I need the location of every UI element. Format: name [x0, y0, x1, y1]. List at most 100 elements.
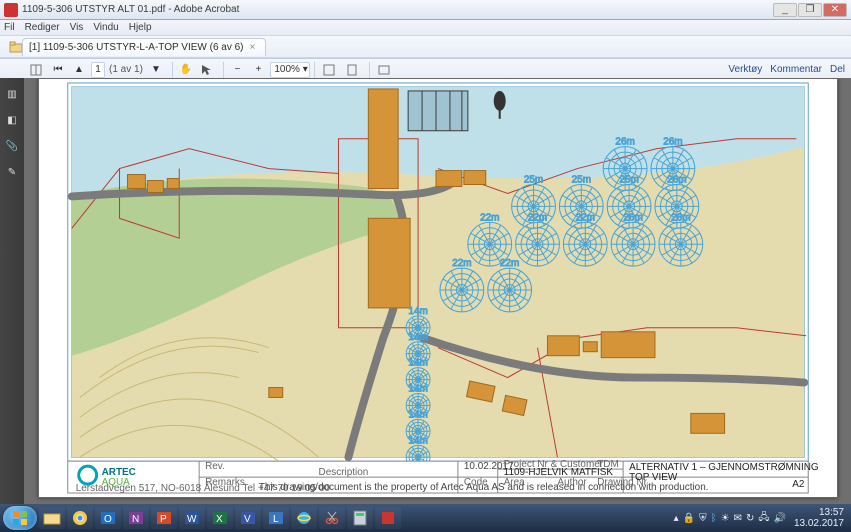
tray-chat-icon[interactable]: ✉ — [734, 513, 742, 524]
svg-text:14m: 14m — [408, 409, 427, 420]
svg-text:26m: 26m — [663, 137, 682, 148]
page-first-icon[interactable]: ⏮ — [49, 61, 67, 79]
right-panel-links: Verktøy Kommentar Del — [720, 64, 845, 75]
taskbar-snip-icon[interactable] — [319, 507, 345, 529]
taskbar-calc-icon[interactable] — [347, 507, 373, 529]
window-close-button[interactable]: ✕ — [823, 3, 847, 17]
svg-text:Remarks: Remarks — [205, 477, 245, 488]
read-mode-icon[interactable] — [374, 61, 394, 79]
share-link[interactable]: Del — [830, 64, 845, 75]
taskbar-outlook-icon[interactable]: O — [95, 507, 121, 529]
nav-signatures-icon[interactable]: ✎ — [4, 164, 20, 180]
toolbar-sep-2 — [172, 62, 173, 78]
svg-text:26m: 26m — [671, 212, 690, 223]
pdf-viewer[interactable]: 26m26m25m25m25m26m22m22m22m26m26m22m22m … — [24, 78, 851, 504]
windows-taskbar: O N P W X V L ▴ 🔒 ⛨ ᛒ ☀ ✉ ↻ 🖧 🔊 13:57 13… — [0, 504, 851, 532]
fit-page-icon[interactable] — [342, 61, 362, 79]
svg-text:W: W — [187, 514, 197, 525]
tray-shield-icon[interactable]: ⛨ — [699, 513, 707, 524]
document-tab-label: [1] 1109-5-306 UTSTYR-L-A-TOP VIEW (6 av… — [29, 42, 244, 53]
nav-attachments-icon[interactable]: 📎 — [4, 138, 20, 154]
tools-link[interactable]: Verktøy — [728, 64, 762, 75]
zoom-in-icon[interactable]: + — [249, 61, 267, 79]
pdf-page: 26m26m25m25m25m26m22m22m22m26m26m22m22m … — [38, 78, 838, 498]
title-block: ARTEC AQUA Lerstadvegen 517, NO-6018 Åle… — [67, 459, 818, 494]
document-tab[interactable]: [1] 1109-5-306 UTSTYR-L-A-TOP VIEW (6 av… — [22, 38, 266, 56]
svg-text:26m: 26m — [623, 212, 642, 223]
menu-help[interactable]: Hjelp — [129, 22, 152, 33]
svg-text:N: N — [132, 514, 139, 525]
hand-tool-icon[interactable]: ✋ — [177, 61, 195, 79]
navigation-sidebar: ▥ ◧ 📎 ✎ — [0, 78, 24, 504]
svg-text:Area: Area — [503, 477, 524, 488]
taskbar-acrobat-icon[interactable] — [375, 507, 401, 529]
svg-text:TOP VIEW: TOP VIEW — [629, 472, 678, 483]
document-tabbar: [1] 1109-5-306 UTSTYR-L-A-TOP VIEW (6 av… — [0, 58, 851, 59]
page-number-field[interactable]: 1 — [91, 62, 105, 78]
page-thumbnails-icon[interactable] — [26, 61, 46, 79]
acrobat-app-icon — [4, 3, 18, 17]
svg-text:Rev.: Rev. — [205, 461, 225, 472]
tray-sync-icon[interactable]: ↻ — [746, 513, 754, 524]
tab-close-icon[interactable]: × — [250, 42, 256, 53]
window-maximize-button[interactable]: ❐ — [798, 3, 822, 17]
start-button[interactable] — [3, 506, 37, 530]
tray-lock-icon[interactable]: 🔒 — [683, 513, 695, 524]
svg-text:14m: 14m — [408, 384, 427, 395]
fit-width-icon[interactable] — [319, 61, 339, 79]
window-title: 1109-5-306 UTSTYR ALT 01.pdf - Adobe Acr… — [22, 4, 239, 15]
svg-text:22m: 22m — [575, 212, 594, 223]
svg-text:V: V — [244, 514, 251, 525]
svg-text:22m: 22m — [499, 258, 518, 269]
taskbar-lync-icon[interactable]: L — [263, 507, 289, 529]
toolbar-sep-4 — [314, 62, 315, 78]
menu-view[interactable]: Vis — [70, 22, 84, 33]
svg-text:X: X — [216, 514, 223, 525]
svg-text:25m: 25m — [571, 175, 590, 186]
page-down-icon[interactable]: ▼ — [147, 61, 165, 79]
svg-text:14m: 14m — [408, 358, 427, 369]
svg-text:14m: 14m — [408, 435, 427, 446]
svg-text:P: P — [160, 514, 167, 525]
svg-text:Author: Author — [557, 477, 587, 488]
svg-text:Code: Code — [463, 477, 487, 488]
svg-text:22m: 22m — [452, 258, 471, 269]
svg-text:Description: Description — [318, 467, 368, 478]
nav-thumbnails-icon[interactable]: ▥ — [4, 86, 20, 102]
select-tool-icon[interactable] — [198, 61, 216, 79]
svg-text:25m: 25m — [619, 175, 638, 186]
comment-link[interactable]: Kommentar — [770, 64, 822, 75]
tray-vol-icon[interactable]: 🔊 — [773, 513, 785, 524]
taskbar-clock[interactable]: 13:57 13.02.2017 — [794, 507, 844, 529]
taskbar-chrome-icon[interactable] — [67, 507, 93, 529]
tray-bt-icon[interactable]: ᛒ — [711, 513, 717, 524]
svg-text:26m: 26m — [667, 175, 686, 186]
tray-weather-icon[interactable]: ☀ — [721, 513, 730, 524]
svg-text:22m: 22m — [527, 212, 546, 223]
taskbar-onenote-icon[interactable]: N — [123, 507, 149, 529]
taskbar-powerpoint-icon[interactable]: P — [151, 507, 177, 529]
taskbar-word-icon[interactable]: W — [179, 507, 205, 529]
taskbar-visio-icon[interactable]: V — [235, 507, 261, 529]
tray-chevron-icon[interactable]: ▴ — [674, 513, 679, 524]
svg-text:14m: 14m — [408, 306, 427, 317]
page-count-label: (1 av 1) — [109, 64, 143, 75]
menu-file[interactable]: Fil — [4, 22, 15, 33]
menu-window[interactable]: Vindu — [93, 22, 118, 33]
taskbar-explorer-icon[interactable] — [39, 507, 65, 529]
window-titlebar: 1109-5-306 UTSTYR ALT 01.pdf - Adobe Acr… — [0, 0, 851, 20]
taskbar-excel-icon[interactable]: X — [207, 507, 233, 529]
svg-text:22m: 22m — [480, 212, 499, 223]
page-up-icon[interactable]: ▲ — [70, 61, 88, 79]
svg-text:L: L — [273, 514, 279, 525]
menu-edit[interactable]: Rediger — [25, 22, 60, 33]
nav-bookmarks-icon[interactable]: ◧ — [4, 112, 20, 128]
taskbar-ie-icon[interactable] — [291, 507, 317, 529]
system-tray[interactable]: ▴ 🔒 ⛨ ᛒ ☀ ✉ ↻ 🖧 🔊 13:57 13.02.2017 — [670, 507, 848, 529]
zoom-field[interactable]: 100% ▾ — [270, 62, 310, 78]
zoom-out-icon[interactable]: − — [228, 61, 246, 79]
toolbar-sep-3 — [223, 62, 224, 78]
tray-net-icon[interactable]: 🖧 — [758, 510, 769, 527]
app-menubar: Fil Rediger Vis Vindu Hjelp — [0, 20, 851, 36]
window-minimize-button[interactable]: _ — [773, 3, 797, 17]
